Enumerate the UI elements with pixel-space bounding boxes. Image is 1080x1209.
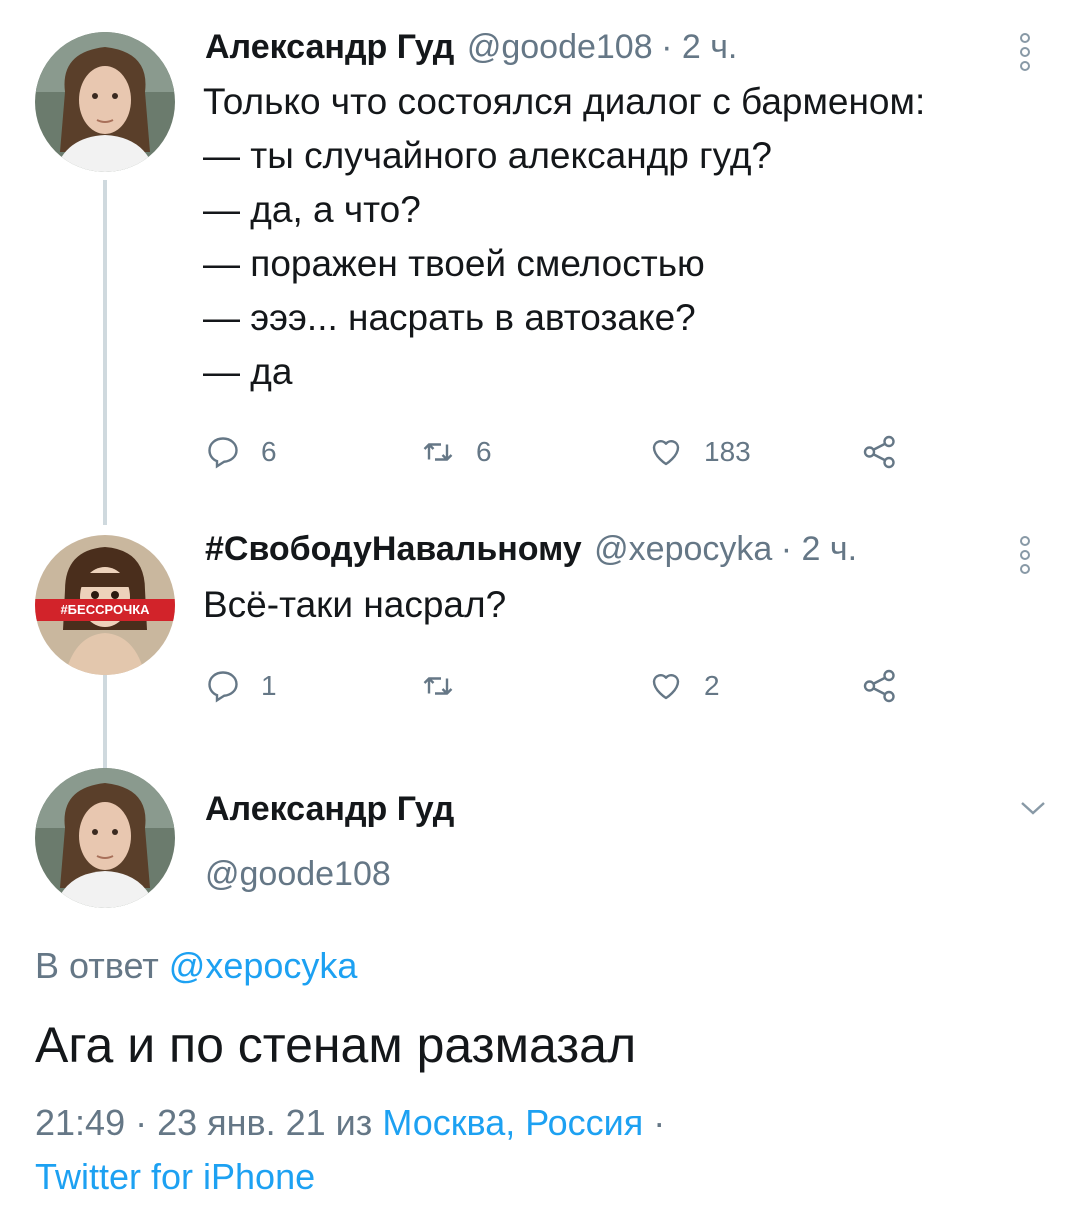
reply-context: В ответ @xepocyka <box>35 945 357 987</box>
timestamp[interactable]: 21:49 · 23 янв. 21 из <box>35 1102 372 1143</box>
avatar-banner: #БЕССРОЧКА <box>35 599 175 621</box>
share-icon <box>863 435 895 469</box>
author-handle[interactable]: @xepocyka <box>594 530 772 568</box>
author-name[interactable]: Александр Гуд <box>205 790 454 829</box>
tweet-timestamp-line: 21:49 · 23 янв. 21 из Москва, Россия · <box>35 1102 665 1144</box>
avatar[interactable] <box>35 32 175 172</box>
like-button[interactable]: 183 <box>648 434 751 470</box>
avatar[interactable]: #БЕССРОЧКА <box>35 535 175 675</box>
avatar[interactable] <box>35 768 175 908</box>
author-handle[interactable]: @goode108 <box>205 855 391 894</box>
kebab-icon[interactable] <box>1018 535 1032 575</box>
like-count: 2 <box>704 670 720 701</box>
chevron-down-icon[interactable] <box>1018 798 1048 818</box>
like-button[interactable]: 2 <box>648 668 720 704</box>
main-tweet-text: Ага и по стенам размазал <box>35 1017 637 1073</box>
reply-count: 1 <box>261 670 277 701</box>
location-link[interactable]: Москва, Россия <box>382 1102 643 1143</box>
retweet-icon <box>423 443 453 461</box>
author-name[interactable]: Александр Гуд <box>205 28 454 66</box>
reply-prefix: В ответ <box>35 945 159 986</box>
author-name[interactable]: #СвободуНавальному <box>205 530 582 568</box>
thread-line <box>103 180 107 525</box>
thread-line <box>103 675 107 780</box>
retweet-icon <box>423 677 453 695</box>
tweet-time[interactable]: · 2 ч. <box>661 28 737 66</box>
tweet-header: Александр Гуд @goode108 · 2 ч. <box>205 28 737 67</box>
retweet-button[interactable] <box>420 668 476 704</box>
separator: · <box>653 1102 666 1143</box>
share-button[interactable] <box>862 668 898 704</box>
retweet-count: 6 <box>476 436 492 467</box>
like-count: 183 <box>704 436 751 467</box>
reply-button[interactable]: 1 <box>205 668 277 704</box>
kebab-icon[interactable] <box>1018 32 1032 72</box>
author-handle[interactable]: @goode108 <box>467 28 653 66</box>
reply-to-handle[interactable]: @xepocyka <box>169 945 358 986</box>
reply-count: 6 <box>261 436 277 467</box>
share-icon <box>863 669 895 703</box>
retweet-button[interactable]: 6 <box>420 434 492 470</box>
tweet-text: Только что состоялся диалог с барменом: … <box>203 81 926 392</box>
reply-icon <box>208 671 238 703</box>
source-link[interactable]: Twitter for iPhone <box>35 1156 315 1198</box>
tweet-text: Всё-таки насрал? <box>203 584 507 625</box>
heart-icon <box>652 674 680 700</box>
reply-button[interactable]: 6 <box>205 434 277 470</box>
heart-icon <box>652 440 680 466</box>
tweet-header: #СвободуНавальному @xepocyka · 2 ч. <box>205 530 857 569</box>
share-button[interactable] <box>862 434 898 470</box>
tweet-time[interactable]: · 2 ч. <box>781 530 857 568</box>
reply-icon <box>208 437 238 469</box>
